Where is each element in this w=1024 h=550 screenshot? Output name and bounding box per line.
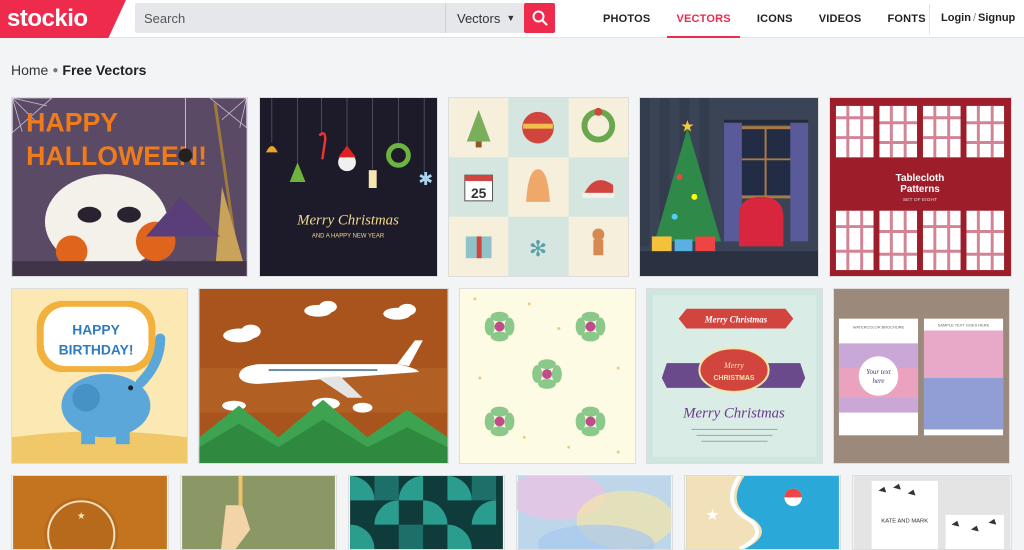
thumbnail-happy-birthday[interactable]: HAPPY BIRTHDAY! (11, 288, 188, 464)
watercolor-brochure-illustration: WATERCOLOR BROCHURE SAMPLE TEXT GOES HER… (834, 289, 1009, 463)
thumbnail-beach[interactable]: ★ (684, 475, 841, 550)
top-navigation-bar: stockio Vectors ▼ PHOTOS VECTORS ICONS V… (0, 0, 1024, 38)
svg-text:★: ★ (680, 117, 694, 136)
wedding-card-illustration: KATE AND MARK (854, 476, 1010, 549)
nav-vectors[interactable]: VECTORS (663, 0, 743, 38)
thumbnail-merry-christmas-ribbons[interactable]: Merry Christmas Merry CHRISTMAS Merry Ch… (646, 288, 823, 464)
search-type-label: Vectors (457, 10, 501, 26)
breadcrumb: Home ● Free Vectors (11, 62, 146, 78)
breadcrumb-current: Free Vectors (62, 62, 147, 78)
badge-text1: Merry (723, 361, 744, 370)
svg-text:★: ★ (706, 506, 720, 524)
tablecloth-subtitle: SET OF EIGHT (903, 197, 937, 203)
tablecloth-patterns-illustration: Tablecloth Patterns SET OF EIGHT (830, 98, 1011, 276)
tablecloth-title: Tablecloth (896, 173, 945, 184)
thumbnail-christmas-icons-grid[interactable]: 25 ✻ (448, 97, 629, 277)
thumbnail-tablecloth-patterns[interactable]: Tablecloth Patterns SET OF EIGHT (829, 97, 1012, 277)
search-input[interactable] (135, 3, 445, 33)
watercolor-background-illustration (517, 476, 672, 549)
svg-text:✱: ✱ (418, 169, 433, 190)
flower-pattern-illustration (460, 289, 635, 463)
christmas-room-illustration: ★ (640, 98, 818, 276)
stockio-logo[interactable]: stockio (0, 0, 126, 38)
thumbnail-geometric-pattern[interactable] (348, 475, 505, 550)
birthday-line2: BIRTHDAY! (59, 341, 134, 357)
svg-text:✻: ✻ (529, 237, 547, 262)
christmas-dark-title: Merry Christmas (296, 213, 399, 229)
thumbnail-watercolor-background[interactable] (516, 475, 673, 550)
nav-divider (929, 4, 930, 34)
thumbnail-watercolor-brochure[interactable]: WATERCOLOR BROCHURE SAMPLE TEXT GOES HER… (833, 288, 1010, 464)
thumbnail-airplane[interactable] (198, 288, 449, 464)
main-nav: PHOTOS VECTORS ICONS VIDEOS FONTS (590, 0, 939, 38)
auth-links: Login / Signup (941, 12, 1015, 24)
christmas-icons-grid-illustration: 25 ✻ (449, 98, 628, 276)
airplane-illustration (199, 289, 448, 463)
logo-text: stockio (7, 5, 88, 32)
nav-photos[interactable]: PHOTOS (590, 0, 663, 38)
watercolor-center2: here (872, 378, 884, 385)
search-button[interactable] (524, 3, 555, 33)
birthday-elephant-illustration: HAPPY BIRTHDAY! (12, 289, 187, 463)
christmas-ribbons-illustration: Merry Christmas Merry CHRISTMAS Merry Ch… (647, 289, 822, 463)
olive-figure-illustration (182, 476, 335, 549)
signup-link[interactable]: Signup (978, 12, 1015, 24)
wedding-names: KATE AND MARK (881, 519, 928, 525)
ribbon-text: Merry Christmas (704, 315, 768, 325)
vintage-badge-illustration: ★ (13, 476, 167, 549)
search-bar: Vectors ▼ (135, 3, 525, 33)
search-type-dropdown[interactable]: Vectors ▼ (445, 3, 525, 33)
halloween-line1: HAPPY (26, 108, 118, 138)
christmas-dark-subtitle: AND A HAPPY NEW YEAR (312, 233, 384, 239)
ribbons-title: Merry Christmas (682, 406, 785, 422)
watercolor-right-label: SAMPLE TEXT GOES HERE (938, 323, 990, 328)
thumbnail-halloween[interactable]: HAPPY HALLOWEEN! (11, 97, 248, 277)
login-link[interactable]: Login (941, 12, 971, 24)
halloween-illustration: HAPPY HALLOWEEN! (12, 98, 247, 276)
watercolor-left-label: WATERCOLOR BROCHURE (853, 325, 905, 330)
tablecloth-title2: Patterns (900, 184, 940, 195)
beach-illustration: ★ (686, 476, 839, 549)
thumbnail-flower-pattern[interactable] (459, 288, 636, 464)
auth-separator: / (972, 12, 976, 24)
nav-videos[interactable]: VIDEOS (806, 0, 875, 38)
badge-text2: CHRISTMAS (713, 375, 754, 382)
thumbnail-merry-christmas-dark[interactable]: ✱ Merry Christmas AND A HAPPY NEW YEAR (259, 97, 438, 277)
thumbnail-wedding-card[interactable]: KATE AND MARK (852, 475, 1012, 550)
nav-icons[interactable]: ICONS (744, 0, 806, 38)
thumbnail-olive-figure[interactable] (180, 475, 337, 550)
search-icon (532, 10, 548, 26)
svg-text:★: ★ (77, 511, 86, 522)
thumbnail-vintage-badge[interactable]: ★ (11, 475, 169, 550)
breadcrumb-separator: ● (52, 65, 59, 76)
calendar-day: 25 (471, 185, 487, 201)
geometric-pattern-illustration (350, 476, 503, 549)
thumbnail-christmas-room[interactable]: ★ (639, 97, 819, 277)
caret-down-icon: ▼ (506, 13, 516, 23)
birthday-line1: HAPPY (72, 321, 120, 337)
watercolor-center1: Your text (866, 369, 892, 376)
christmas-ornaments-illustration: ✱ Merry Christmas AND A HAPPY NEW YEAR (260, 98, 437, 276)
breadcrumb-home[interactable]: Home (11, 62, 48, 78)
